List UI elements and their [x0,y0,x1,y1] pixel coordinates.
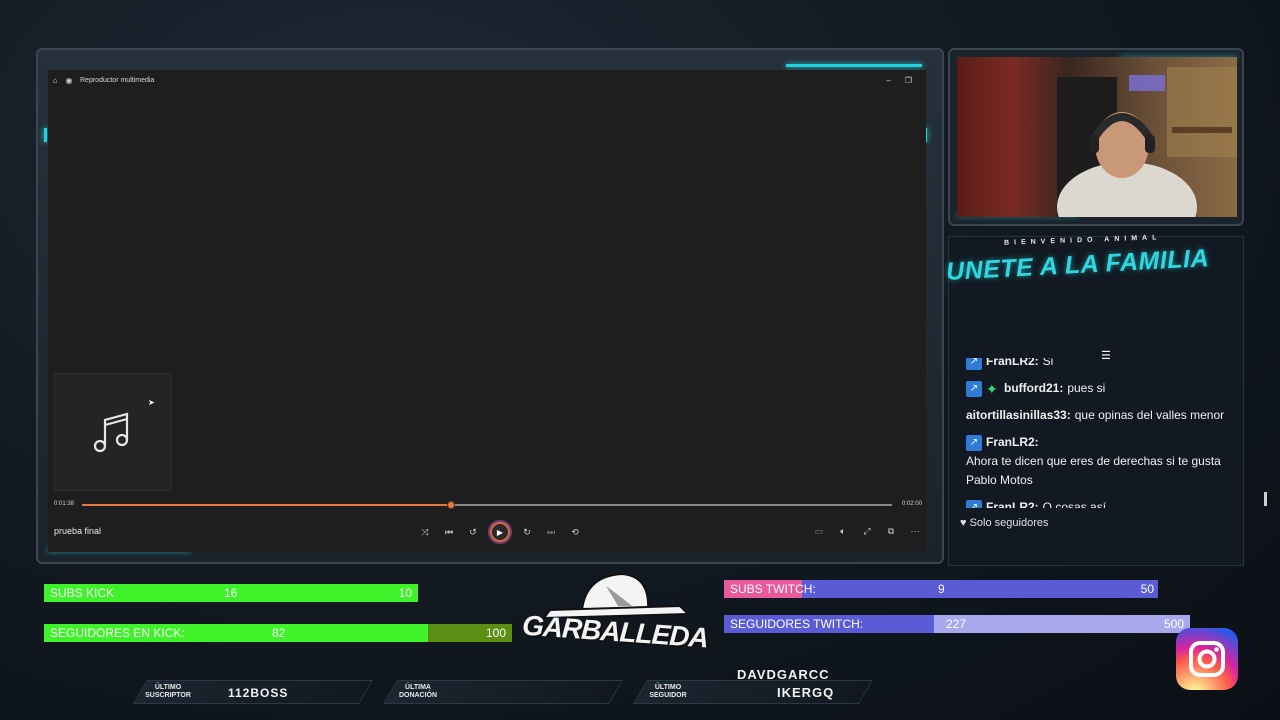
kick-badge-icon: ↗ [966,434,982,451]
instagram-glyph [1189,641,1225,677]
track-title: prueba final [54,526,102,536]
play-icon: ▶ [496,527,504,537]
frame-accent-left [44,128,47,142]
ultimo-suscriptor-label: ÚLTIMO SUSCRIPTOR [136,684,200,700]
seguidores-kick-label: SEGUIDORES EN KICK: [50,626,185,640]
ultima-donacion-label: ÚLTIMA DONACIÓN [386,684,450,700]
captions-icon[interactable]: ▭ [812,524,826,538]
kick-badge-icon: ↗ [966,380,982,397]
media-player-icon: ◉ [65,75,73,85]
kick-badge-icon: ↗ [966,499,982,508]
mouse-cursor-icon: ➤ [148,398,155,407]
frame-accent-top-right [786,64,922,67]
chat-text: que opinas del valles menor [1074,408,1225,422]
subs-kick-target: 10 [398,586,412,600]
forward-icon[interactable]: ↻ [520,525,534,539]
chat-username[interactable]: FranLR2: [986,433,1039,452]
shuffle-icon[interactable]: ⤨ [418,525,432,539]
chat-text: Si [1042,358,1054,368]
repeat-icon[interactable]: ⟲ [568,525,582,539]
next-icon[interactable]: ⏭ [544,525,558,539]
seguidores-twitch-value: 227 [946,617,967,631]
label-line: ÚLTIMO [654,684,682,691]
webcam-feed [957,57,1237,217]
kick-badge-icon: ↗ [966,358,982,370]
subs-twitch-value: 9 [938,582,945,596]
streamer-image [1057,67,1237,217]
minimize-button[interactable]: – [886,76,890,85]
seek-track[interactable] [82,501,892,509]
chat-message: ↗ FranLR2: O cosas así [966,498,1244,508]
volume-icon[interactable]: 🔈︎ [836,524,850,538]
chat-mode-text: Solo seguidores [969,517,1049,529]
label-line: ÚLTIMA [405,684,431,691]
channel-logo: GARBALLEDA [520,572,710,672]
scrollbar-thumb[interactable] [1264,492,1267,506]
chat-username[interactable]: FranLR2: [986,358,1039,371]
label-line: SEGUIDOR [649,692,687,699]
chat-mode-indicator: ♥ Solo seguidores [960,517,1048,529]
subs-twitch-label: SUBS TWITCH: [730,582,816,596]
subs-twitch-target: 50 [1140,582,1154,596]
chat-username[interactable]: bufford21: [1004,379,1063,398]
ultimo-suscriptor-value: 112BOSS [228,686,289,700]
window-controls: – ❐ [886,76,926,85]
seguidores-twitch-bar: SEGUIDORES TWITCH: 227 500 [724,615,1190,633]
chat-message: ↗ FranLR2: Si [966,358,1244,371]
player-titlebar: ⌂ ◉ Reproductor multimedia – ❐ [48,70,926,90]
previous-icon[interactable]: ⏮ [442,525,456,539]
maximize-button[interactable]: ❐ [905,76,912,85]
seek-thumb[interactable] [446,501,455,509]
play-button[interactable]: ▶ [490,522,510,542]
chat-message: aitortillasinillas33: que opinas del val… [966,406,1244,425]
chat-username[interactable]: FranLR2: [986,498,1039,508]
seguidores-kick-bar: SEGUIDORES EN KICK: 82 100 [44,624,512,642]
fullscreen-icon[interactable]: ⤢ [860,524,874,538]
window-title: Reproductor multimedia [80,76,155,84]
chat-message: ↗ ✦ bufford21: pues si [966,379,1244,398]
ultimo-seguidor-value-2: IKERGQ [777,685,835,700]
elapsed-time: 0:01:38 [54,501,75,507]
total-time: 0:02:00 [901,501,922,507]
chat-text: Ahora te dicen que eres de derechas si t… [966,454,1221,487]
home-icon[interactable]: ⌂ [48,76,62,85]
instagram-icon [1176,628,1238,690]
label-line: ÚLTIMO [154,684,182,691]
more-options-icon[interactable]: ⋯ [908,524,922,538]
seguidores-kick-value: 82 [272,626,286,640]
music-note-icon [93,412,129,453]
subs-kick-value: 16 [224,586,238,600]
seguidores-kick-target: 100 [485,626,506,640]
miniplayer-icon[interactable]: ⧉ [884,524,898,538]
chat-username[interactable]: aitortillasinillas33: [966,406,1071,425]
ultimo-seguidor-label: ÚLTIMO SEGUIDOR [636,684,700,700]
seguidores-twitch-label: SEGUIDORES TWITCH: [730,617,864,631]
label-line: DONACIÓN [398,692,438,699]
subs-twitch-bar: SUBS TWITCH: 9 50 [724,580,1158,598]
media-player-window: ⌂ ◉ Reproductor multimedia – ❐ ➤ 0:01:38… [48,70,926,552]
album-art-tile [54,373,172,491]
chat-message-list: ↗ FranLR2: Si ↗ ✦ bufford21: pues si ait… [966,358,1244,508]
rewind-icon[interactable]: ↺ [466,525,480,539]
gem-badge-icon: ✦ [986,380,998,397]
chat-text: pues si [1067,381,1106,395]
playback-controls: ⤨ ⏮ ↺ ▶ ↻ ⏭ ⟲ [418,522,582,542]
subs-kick-bar: SUBS KICK 16 10 [44,584,418,602]
subs-kick-label: SUBS KICK [50,586,115,600]
heart-icon: ♥ [960,517,967,529]
seek-bar[interactable]: 0:01:38 0:02:00 [54,500,922,510]
seek-progress [82,504,451,506]
label-line: SUSCRIPTOR [145,692,191,699]
seguidores-twitch-target: 500 [1163,617,1184,631]
ultimo-seguidor-value-1: DAVDGARCC [737,667,830,682]
player-extra-controls: ▭ 🔈︎ ⤢ ⧉ ⋯ [812,524,922,538]
chat-text: O cosas así [1042,500,1107,508]
chat-message: ↗ FranLR2: Ahora te dicen que eres de de… [966,433,1244,490]
